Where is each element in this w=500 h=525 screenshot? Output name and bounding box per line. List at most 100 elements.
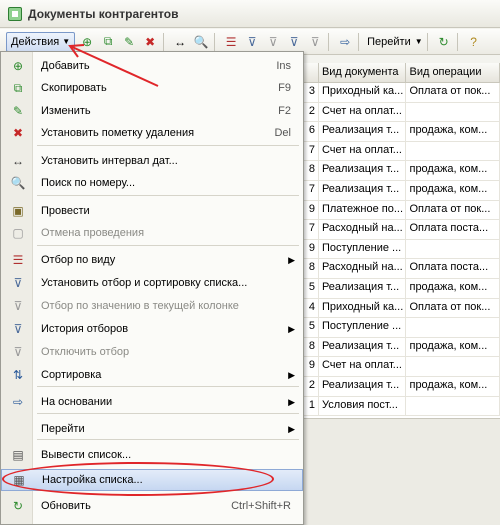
table-cell: Поступление ... <box>319 318 407 337</box>
pencil-icon: ✎ <box>12 104 24 118</box>
table-row[interactable]: 6 Реализация т... продажа, ком... <box>301 122 500 142</box>
table-cell: Оплата от пок... <box>406 83 500 102</box>
menu-item[interactable]: ↻ Обновить Ctrl+Shift+R <box>1 495 303 517</box>
menu-item-shortcut: Del <box>274 127 291 139</box>
based-on-icon: ⇨ <box>12 395 24 409</box>
table-row[interactable]: 2 Счет на оплат... <box>301 102 500 123</box>
filter-value-icon[interactable]: ⊽ <box>264 33 282 51</box>
table-cell: Расходный на... <box>319 220 407 239</box>
menu-item[interactable]: ☰ Отбор по виду ▶ <box>1 249 303 271</box>
toolbar-separator <box>456 32 458 51</box>
menu-item[interactable]: 🔍 Поиск по номеру... <box>1 172 303 194</box>
filter-by-type-icon: ☰ <box>12 253 24 267</box>
menu-item[interactable]: ⊕ Добавить Ins <box>1 55 303 77</box>
menu-item[interactable]: ▣ Провести <box>1 200 303 222</box>
menu-item-shortcut: Ins <box>276 60 291 72</box>
filter-history-icon[interactable]: ⊽ <box>285 33 303 51</box>
pencil-icon[interactable]: ✎ <box>120 33 138 51</box>
menu-item[interactable]: ▦ Настройка списка... <box>1 469 303 491</box>
based-on-icon[interactable]: ⇨ <box>336 33 354 51</box>
add-icon[interactable]: ⊕ <box>78 33 96 51</box>
date-interval-icon: ↔ <box>12 154 24 168</box>
table-row[interactable]: 7 Счет на оплат... <box>301 141 500 162</box>
menu-item-label: Перейти <box>41 423 85 435</box>
table-row[interactable]: 8 Реализация т... продажа, ком... <box>301 337 500 358</box>
menu-item-label: Настройка списка... <box>42 474 143 486</box>
menu-item[interactable]: ⇨ На основании ▶ <box>1 391 303 413</box>
toolbar-separator <box>163 32 165 51</box>
menu-item[interactable]: ▤ Вывести список... <box>1 444 303 466</box>
table-row[interactable]: 9 Платежное по... Оплата от пок... <box>301 200 500 221</box>
menu-item[interactable]: ✎ Изменить F2 <box>1 100 303 122</box>
menu-item[interactable]: ⇅ Сортировка ▶ <box>1 364 303 386</box>
toolbar-separator <box>358 32 360 51</box>
table-row[interactable]: 5 Поступление ... <box>301 318 500 338</box>
table-row[interactable]: 7 Расходный на... Оплата поста... <box>301 220 500 240</box>
toolbar-separator <box>328 32 330 51</box>
filter-sort-icon[interactable]: ⊽ <box>243 33 261 51</box>
table-row[interactable]: 1 Условия пост... <box>301 396 500 417</box>
table-row[interactable]: 9 Поступление ... <box>301 239 500 260</box>
refresh-icon[interactable]: ↻ <box>435 33 453 51</box>
menu-item-label: Изменить <box>41 105 91 117</box>
menu-item[interactable]: ⧉ Скопировать F9 <box>1 77 303 99</box>
column-header-operation-type[interactable]: Вид операции <box>406 63 500 82</box>
date-interval-icon[interactable]: ↔ <box>171 33 189 51</box>
menu-item-label: Поиск по номеру... <box>41 177 136 189</box>
delete-mark-icon[interactable]: ✖ <box>141 33 159 51</box>
filter-value-icon: ⊽ <box>13 299 23 313</box>
actions-menu-button[interactable]: Действия ▼ <box>6 31 76 52</box>
table-cell: продажа, ком... <box>406 337 500 357</box>
toolbar-separator <box>214 32 216 51</box>
menu-item-label: Обновить <box>41 500 91 512</box>
copy-icon[interactable]: ⧉ <box>99 33 117 51</box>
table-row[interactable]: 3 Приходный ка... Оплата от пок... <box>301 83 500 103</box>
table-cell <box>406 318 500 337</box>
goto-menu-button[interactable]: Перейти <box>363 36 415 48</box>
actions-dropdown-menu: ⊕ Добавить Ins ⧉ Скопировать F9 ✎ Изменить F2 ✖ Ус… <box>0 51 304 525</box>
submenu-arrow-icon: ▶ <box>288 396 295 407</box>
help-icon[interactable]: ? <box>465 33 483 51</box>
table-cell: Оплата поста... <box>406 259 500 278</box>
table-cell: Оплата от пок... <box>406 298 500 318</box>
menu-item[interactable]: ⊽ Установить отбор и сортировку списка... <box>1 272 303 294</box>
search-icon: 🔍 <box>10 176 26 190</box>
menu-item-label: Вывести список... <box>41 449 132 461</box>
submenu-arrow-icon: ▶ <box>288 423 295 434</box>
documents-table: Вид документа Вид операции 3 Приходный ка… <box>300 63 500 418</box>
menu-separator <box>37 413 299 414</box>
table-row[interactable]: 9 Счет на оплат... <box>301 357 500 377</box>
post-document-icon: ▣ <box>12 204 24 218</box>
filter-off-icon[interactable]: ⊽ <box>306 33 324 51</box>
menu-item-label: Отбор по виду <box>41 254 116 266</box>
menu-separator <box>37 386 299 387</box>
filter-history-icon: ⊽ <box>13 322 23 336</box>
submenu-arrow-icon: ▶ <box>288 323 295 334</box>
table-row[interactable]: 4 Приходный ка... Оплата от пок... <box>301 298 500 319</box>
table-row[interactable]: 8 Реализация т... продажа, ком... <box>301 161 500 181</box>
search-icon[interactable]: 🔍 <box>192 33 210 51</box>
table-cell: Реализация т... <box>319 161 407 180</box>
table-cell: продажа, ком... <box>406 278 500 298</box>
table-cell: Оплата поста... <box>406 220 500 239</box>
menu-item[interactable]: Перейти ▶ <box>1 418 303 440</box>
table-row[interactable]: 8 Расходный на... Оплата поста... <box>301 259 500 279</box>
menu-item-label: На основании <box>41 396 113 408</box>
menu-item-shortcut: F9 <box>278 82 291 94</box>
filter-by-type-icon[interactable]: ☰ <box>222 33 240 51</box>
table-row[interactable]: 7 Реализация т... продажа, ком... <box>301 180 500 201</box>
table-cell: Счет на оплат... <box>319 357 407 376</box>
menu-item[interactable]: ✖ Установить пометку удаления Del <box>1 122 303 144</box>
document-list-icon <box>8 6 22 21</box>
menu-item[interactable]: ↔ Установить интервал дат... <box>1 150 303 172</box>
table-row[interactable]: 2 Реализация т... продажа, ком... <box>301 376 500 397</box>
table-row[interactable]: 5 Реализация т... продажа, ком... <box>301 278 500 299</box>
menu-item[interactable]: ⊽ История отборов ▶ <box>1 318 303 340</box>
table-cell: Платежное по... <box>319 200 407 220</box>
menu-item-label: Провести <box>41 205 90 217</box>
table-cell: Реализация т... <box>319 122 407 141</box>
window-titlebar: Документы контрагентов <box>0 0 500 28</box>
column-header-document-type[interactable]: Вид документа <box>319 63 407 82</box>
table-cell: Счет на оплат... <box>319 102 407 122</box>
table-cell: Поступление ... <box>319 239 407 259</box>
